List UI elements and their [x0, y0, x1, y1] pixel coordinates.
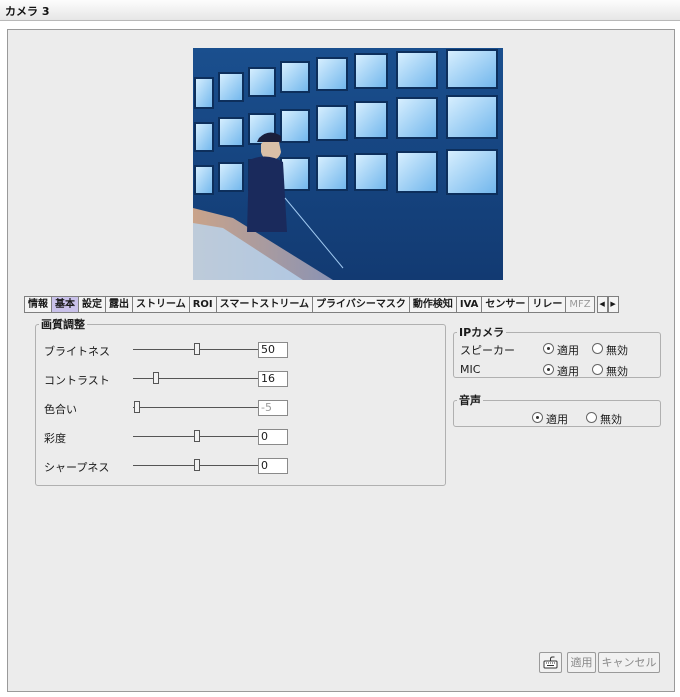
- slider-thumb[interactable]: [194, 430, 200, 442]
- tab-roi[interactable]: ROI: [188, 296, 216, 313]
- sharpness-value-field[interactable]: 0: [258, 458, 288, 474]
- mic-label: MIC: [460, 363, 481, 376]
- contrast-value-field[interactable]: 16: [258, 371, 288, 387]
- tab-motion-detection[interactable]: 動作検知: [408, 296, 456, 313]
- speaker-disable-label[interactable]: 無効: [606, 342, 628, 358]
- tab-sensor[interactable]: センサー: [481, 296, 529, 313]
- image-adjust-title: 画質調整: [41, 318, 85, 331]
- mic-apply-label[interactable]: 適用: [557, 363, 579, 379]
- window-title: カメラ 3: [5, 5, 50, 18]
- saturation-label: 彩度: [44, 432, 66, 445]
- arrow-left-icon[interactable]: ◀: [596, 296, 608, 313]
- speaker-disable-radio[interactable]: [592, 343, 603, 354]
- tab-basic[interactable]: 基本: [51, 296, 78, 313]
- image-adjust-group: 画質調整 ブライトネス 50 コントラスト 16 色合い -5 彩度 0 シャー…: [35, 316, 446, 486]
- slider-thumb[interactable]: [153, 372, 160, 384]
- mic-disable-radio[interactable]: [592, 364, 603, 375]
- tab-iva[interactable]: IVA: [455, 296, 482, 313]
- tab-smart-stream[interactable]: スマートストリーム: [215, 296, 313, 313]
- slider-thumb[interactable]: [134, 401, 140, 413]
- slider-thumb[interactable]: [194, 343, 200, 355]
- saturation-slider[interactable]: [133, 430, 261, 444]
- audio-apply-label[interactable]: 適用: [546, 411, 568, 427]
- sharpness-label: シャープネス: [44, 461, 110, 474]
- tab-privacy-mask[interactable]: プライバシーマスク: [312, 296, 409, 313]
- arrow-right-icon[interactable]: ▶: [607, 296, 619, 313]
- ip-camera-title: IPカメラ: [459, 326, 505, 339]
- brightness-label: ブライトネス: [44, 345, 110, 358]
- speaker-apply-radio[interactable]: [543, 343, 554, 354]
- keyboard-button[interactable]: [539, 652, 562, 673]
- audio-apply-radio[interactable]: [532, 412, 543, 423]
- apply-button[interactable]: 適用: [567, 652, 596, 673]
- audio-title: 音声: [459, 394, 481, 407]
- saturation-value-field[interactable]: 0: [258, 429, 288, 445]
- audio-row: 適用 無効: [460, 411, 655, 427]
- audio-group: 音声 適用 無効: [453, 392, 661, 427]
- mic-row: MIC 適用 無効: [460, 363, 655, 379]
- tab-mfz[interactable]: MFZ: [565, 296, 595, 313]
- mic-apply-radio[interactable]: [543, 364, 554, 375]
- sharpness-slider[interactable]: [133, 459, 261, 473]
- settings-tab-strip: 情報 基本 設定 露出 ストリーム ROI スマートストリーム プライバシーマス…: [24, 296, 672, 313]
- title-bar: カメラ 3: [0, 0, 680, 21]
- hue-value-field[interactable]: -5: [258, 400, 288, 416]
- hue-label: 色合い: [44, 403, 77, 416]
- ip-camera-group: IPカメラ スピーカー 適用 無効 MIC 適用 無効: [453, 324, 661, 378]
- contrast-label: コントラスト: [44, 374, 110, 387]
- mic-disable-label[interactable]: 無効: [606, 363, 628, 379]
- audio-disable-radio[interactable]: [586, 412, 597, 423]
- tab-relay[interactable]: リレー: [528, 296, 566, 313]
- camera-settings-panel: 情報 基本 設定 露出 ストリーム ROI スマートストリーム プライバシーマス…: [7, 29, 675, 692]
- tab-info[interactable]: 情報: [24, 296, 51, 313]
- contrast-slider[interactable]: [133, 372, 261, 386]
- speaker-apply-label[interactable]: 適用: [557, 342, 579, 358]
- speaker-row: スピーカー 適用 無効: [460, 342, 655, 358]
- audio-disable-label[interactable]: 無効: [600, 411, 622, 427]
- keyboard-icon: [543, 656, 558, 669]
- tab-stream[interactable]: ストリーム: [132, 296, 189, 313]
- tab-settings[interactable]: 設定: [78, 296, 105, 313]
- cancel-button[interactable]: キャンセル: [598, 652, 660, 673]
- brightness-value-field[interactable]: 50: [258, 342, 288, 358]
- slider-thumb[interactable]: [194, 459, 200, 471]
- brightness-slider[interactable]: [133, 343, 261, 357]
- camera-preview-image: [193, 48, 503, 280]
- tab-exposure[interactable]: 露出: [105, 296, 132, 313]
- speaker-label: スピーカー: [460, 344, 515, 357]
- hue-slider[interactable]: [133, 401, 261, 415]
